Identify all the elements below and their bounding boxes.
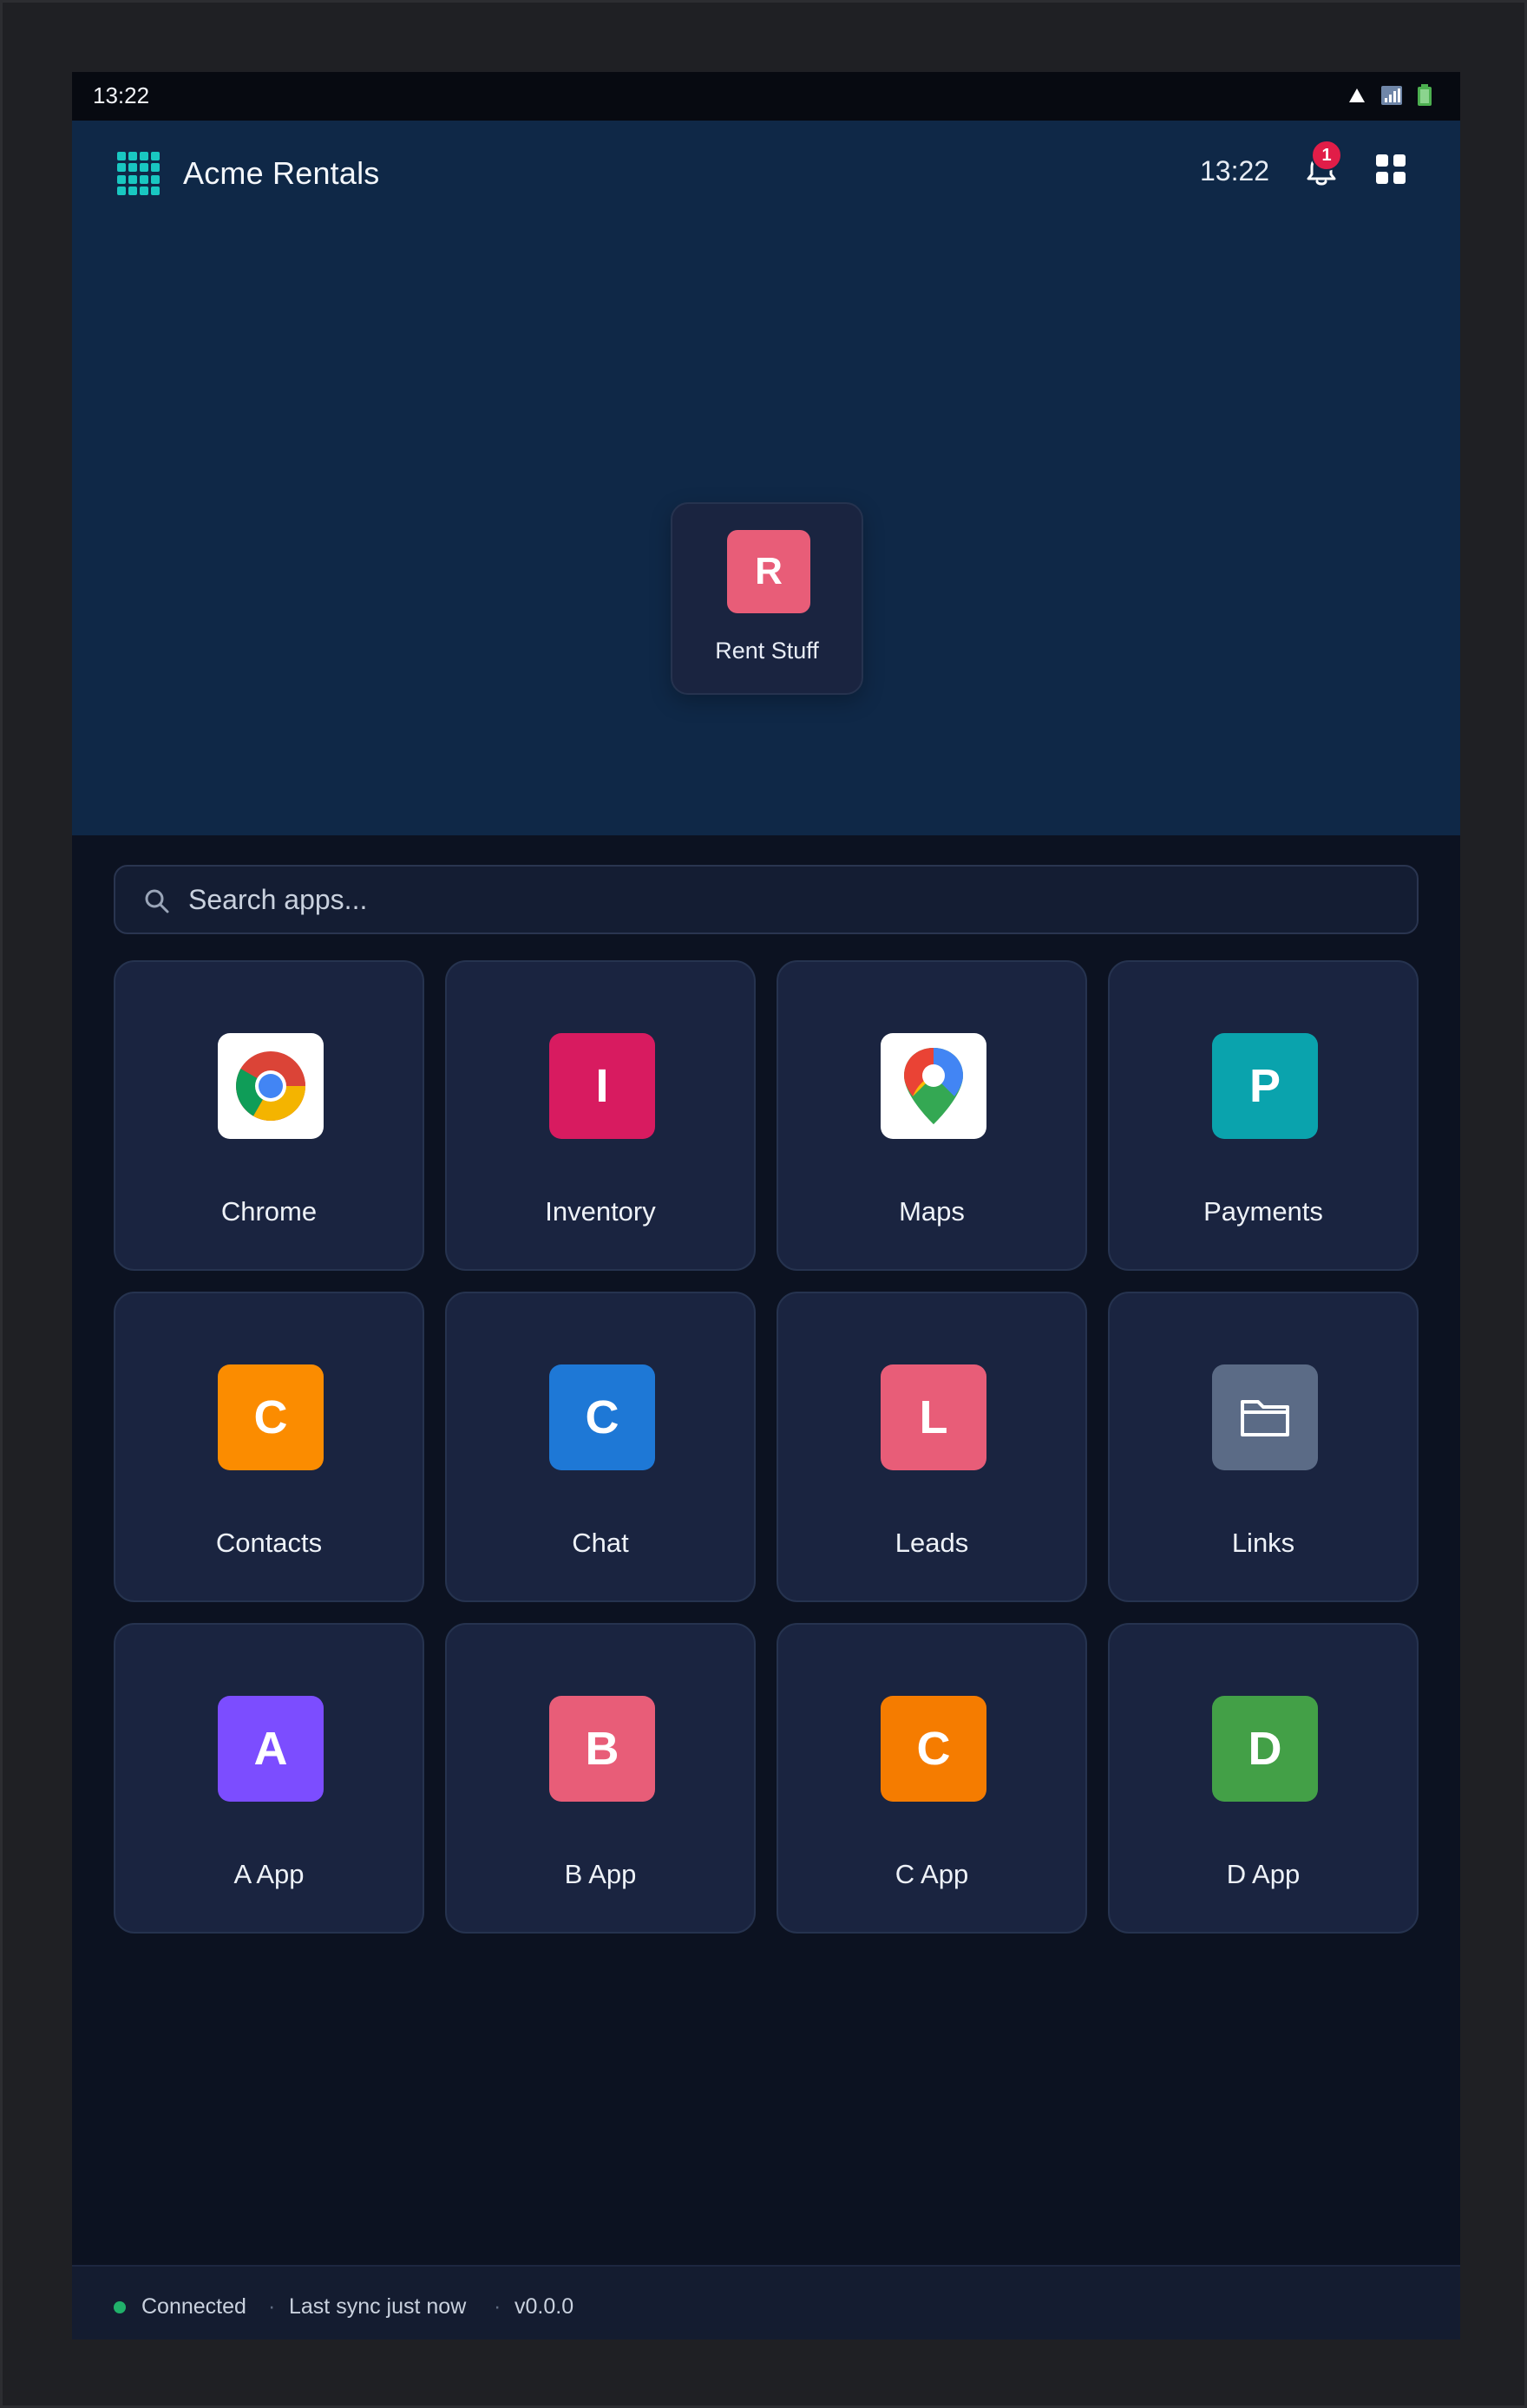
footer-separator: · [268,2294,276,2319]
last-sync: Last sync just now [289,2294,467,2319]
app-tile-maps[interactable]: Maps [777,960,1087,1271]
a-app-icon: A [218,1696,324,1802]
app-tile-b-app[interactable]: B B App [445,1623,756,1934]
c-app-icon: C [881,1696,986,1802]
app-tile-label: Chat [572,1528,629,1558]
search-bar[interactable] [114,865,1419,934]
leads-icon: L [881,1364,986,1470]
connection-status-dot [114,2301,126,2313]
chat-icon: C [549,1364,655,1470]
search-icon [145,889,169,913]
search-input[interactable] [187,875,1384,924]
payments-icon: P [1212,1033,1318,1139]
rent-stuff-icon: R [727,530,810,613]
tablet-screen: 13:22 Acme Rentals 13:22 1 R Rent Stuff … [72,72,1460,2339]
app-tile-label: D App [1226,1859,1301,1889]
inventory-icon: I [549,1033,655,1139]
app-tile-label: B App [564,1859,637,1889]
wifi-icon [1349,88,1365,102]
app-title: Acme Rentals [183,155,380,191]
status-bar: 13:22 [72,72,1460,121]
app-tile-chat[interactable]: C Chat [445,1292,756,1602]
four-squares-icon[interactable] [1373,152,1408,186]
app-tile-label: Payments [1203,1196,1323,1227]
app-tile-label: Chrome [220,1196,318,1227]
app-tile-leads[interactable]: L Leads [777,1292,1087,1602]
app-version: v0.0.0 [514,2294,574,2319]
app-tile-contacts[interactable]: C Contacts [114,1292,424,1602]
header-clock: 13:22 [1200,155,1270,186]
app-tile-inventory[interactable]: I Inventory [445,960,756,1271]
app-tile-links[interactable]: Links [1108,1292,1419,1602]
hero-panel: Acme Rentals 13:22 1 R Rent Stuff [72,121,1460,835]
device-frame: 13:22 Acme Rentals 13:22 1 R Rent Stuff … [0,0,1527,2408]
app-tile-label: A App [233,1859,305,1889]
status-bar-icons [1347,84,1432,107]
app-header: Acme Rentals 13:22 1 [72,121,1460,225]
app-tile-chrome[interactable]: Chrome [114,960,424,1271]
app-tile-label: Leads [895,1528,969,1558]
status-footer: Connected · Last sync just now · v0.0.0 [72,2265,1460,2339]
app-tile-label: C App [895,1859,969,1889]
chrome-icon [218,1033,324,1139]
folder-icon [1212,1364,1318,1470]
app-tile-a-app[interactable]: A A App [114,1623,424,1934]
footer-separator: · [494,2294,501,2319]
app-tile-label: Inventory [545,1196,656,1227]
app-tile-d-app[interactable]: D D App [1108,1623,1419,1934]
battery-icon [1418,84,1432,106]
app-tile-label: Contacts [215,1528,323,1558]
signal-icon [1381,86,1402,105]
pinned-app-label: Rent Stuff [715,638,819,664]
d-app-icon: D [1212,1696,1318,1802]
b-app-icon: B [549,1696,655,1802]
app-tile-c-app[interactable]: C C App [777,1623,1087,1934]
app-tile-payments[interactable]: P Payments [1108,960,1419,1271]
status-bar-time: 13:22 [93,82,150,108]
app-tile-label: Maps [899,1196,965,1227]
maps-pin-icon [881,1033,986,1139]
app-grid: Chrome I Inventory Maps P Payments C Contacts C C… [114,960,1419,1934]
connection-status: Connected [141,2294,246,2319]
pinned-app-rent-stuff[interactable]: R Rent Stuff [671,502,863,695]
app-tile-label: Links [1231,1528,1295,1558]
notification-badge: 1 [1311,140,1342,171]
app-grid-icon[interactable] [117,152,161,195]
contacts-icon: C [218,1364,324,1470]
